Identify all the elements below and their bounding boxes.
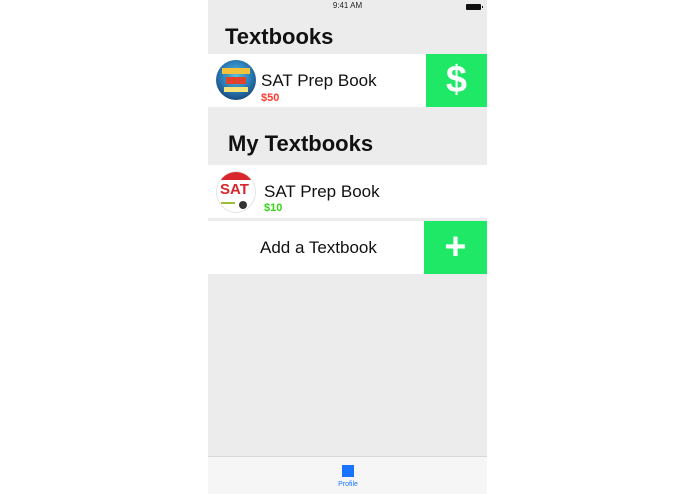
plus-icon: +: [444, 226, 467, 268]
add-textbook-row[interactable]: Add a Textbook +: [208, 221, 487, 274]
profile-icon: [342, 465, 354, 477]
status-bar: 9:41 AM: [208, 0, 487, 14]
book-cover-thumbnail: [216, 60, 256, 100]
book-title: SAT Prep Book: [264, 182, 380, 201]
battery-icon: [466, 4, 483, 10]
dollar-icon: $: [445, 59, 468, 101]
sell-button[interactable]: $: [426, 54, 487, 107]
section-title-my-textbooks: My Textbooks: [228, 131, 374, 156]
section-title-textbooks: Textbooks: [225, 24, 334, 49]
book-cover-thumbnail: SAT: [216, 171, 256, 213]
book-price: $10: [264, 202, 283, 214]
tab-profile-label: Profile: [338, 481, 358, 488]
tab-bar: Profile: [208, 456, 487, 494]
add-textbook-button[interactable]: +: [424, 221, 487, 274]
add-textbook-label[interactable]: Add a Textbook: [260, 238, 377, 258]
tab-profile[interactable]: Profile: [328, 461, 368, 493]
textbook-row[interactable]: SAT Prep Book $50 $: [208, 54, 487, 107]
my-textbook-row[interactable]: SAT SAT Prep Book $10: [208, 165, 487, 218]
book-title: SAT Prep Book: [261, 71, 377, 90]
book-price: $50: [261, 92, 280, 104]
app-screen: 9:41 AM Textbooks SAT Prep Book $50 $ My…: [208, 0, 487, 494]
status-time: 9:41 AM: [332, 1, 363, 10]
